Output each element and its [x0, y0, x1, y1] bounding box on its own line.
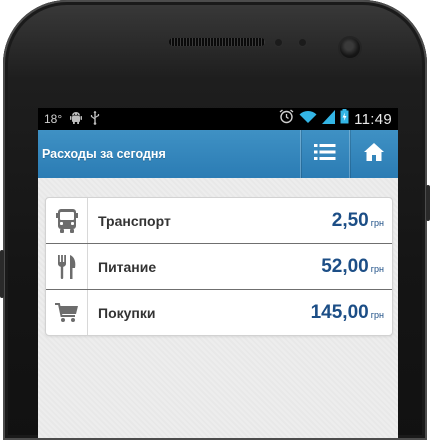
signal-icon — [322, 109, 336, 129]
android-debug-icon — [70, 111, 83, 127]
screen: 18° 11:49 Расходы за сегодня Транспорт 2… — [38, 108, 398, 438]
alarm-icon — [279, 109, 294, 129]
expense-label: Питание — [98, 258, 157, 275]
fork-knife-icon — [46, 244, 88, 289]
currency-label: грн — [370, 217, 384, 228]
earpiece-speaker — [169, 38, 265, 46]
expenses-list: Транспорт 2,50 грн Питание 52,00 грн Пок… — [45, 197, 393, 336]
front-camera — [340, 38, 360, 58]
phone-frame: 18° 11:49 Расходы за сегодня Транспорт 2… — [0, 0, 430, 440]
proximity-sensor — [275, 39, 282, 46]
amount-value: 2,50 — [331, 209, 369, 231]
action-bar: Расходы за сегодня — [38, 130, 398, 179]
expense-amount: 145,00 грн — [311, 302, 392, 324]
temperature-text: 18° — [44, 112, 63, 126]
content-area: Транспорт 2,50 грн Питание 52,00 грн Пок… — [38, 178, 398, 438]
wifi-icon — [299, 110, 317, 129]
home-icon — [363, 142, 385, 167]
volume-button — [0, 250, 4, 298]
list-button[interactable] — [300, 130, 349, 178]
usb-icon — [90, 110, 100, 128]
expense-amount: 2,50 грн — [332, 210, 392, 232]
bus-icon — [46, 198, 88, 243]
home-button[interactable] — [349, 130, 398, 178]
amount-value: 52,00 — [321, 255, 369, 277]
list-item-shopping[interactable]: Покупки 145,00 грн — [46, 290, 392, 335]
light-sensor — [299, 39, 306, 46]
list-item-transport[interactable]: Транспорт 2,50 грн — [46, 198, 392, 244]
battery-icon — [340, 109, 349, 129]
currency-label: грн — [370, 263, 384, 274]
expense-label: Транспорт — [98, 212, 171, 229]
shopping-cart-icon — [46, 290, 88, 335]
amount-value: 145,00 — [310, 301, 369, 323]
list-icon — [314, 143, 336, 166]
list-item-food[interactable]: Питание 52,00 грн — [46, 244, 392, 290]
expense-label: Покупки — [98, 304, 156, 321]
currency-label: грн — [370, 309, 384, 320]
status-bar: 18° 11:49 — [38, 108, 398, 130]
page-title: Расходы за сегодня — [42, 147, 166, 161]
expense-amount: 52,00 грн — [321, 256, 392, 278]
clock-time: 11:49 — [354, 110, 392, 128]
power-button — [426, 185, 430, 221]
